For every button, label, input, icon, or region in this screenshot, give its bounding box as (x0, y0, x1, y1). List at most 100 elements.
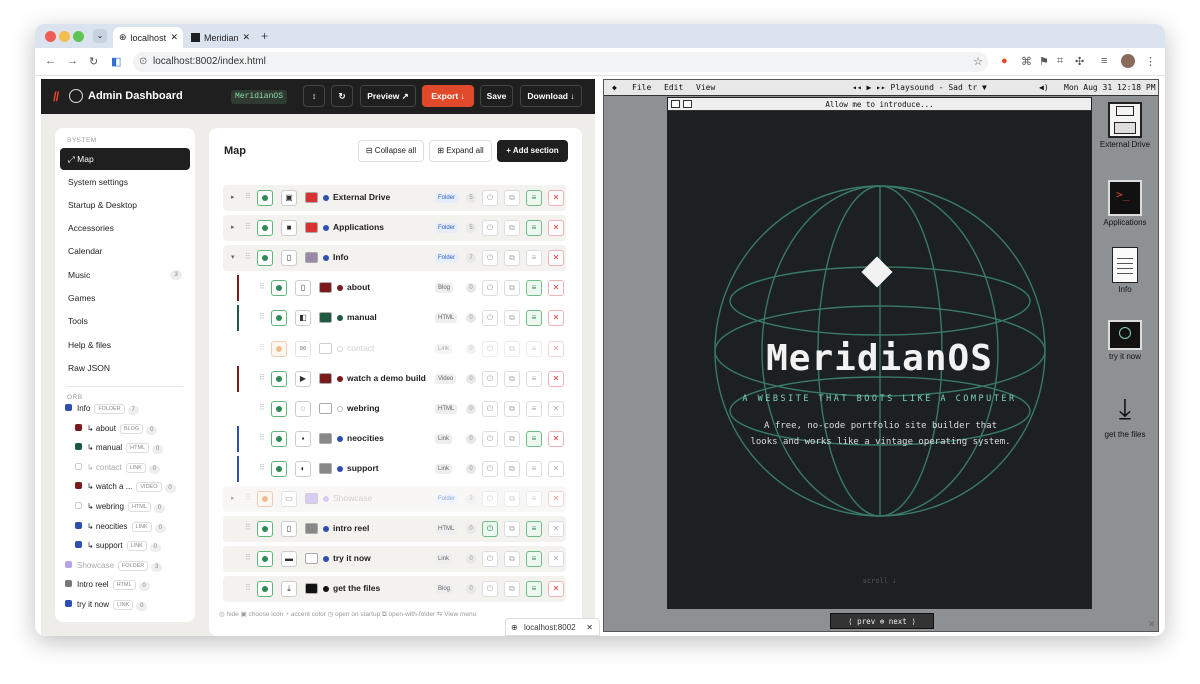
open-on-startup-button[interactable]: ⏻ (482, 400, 498, 417)
visibility-toggle[interactable] (271, 400, 287, 417)
visibility-toggle[interactable] (271, 310, 287, 327)
accent-color-swatch[interactable] (305, 553, 318, 565)
open-on-startup-button[interactable]: ⏻ (482, 340, 498, 357)
menu-file[interactable]: File (632, 83, 651, 92)
tab-localhost[interactable]: ⊕ localhost ✕ (113, 27, 183, 48)
delete-row-button[interactable]: ✕ (548, 340, 564, 357)
drag-handle-icon[interactable]: ⠿ (259, 403, 265, 412)
orb-item[interactable]: ↳ watch a ... VIDEO 0 (75, 478, 176, 496)
scroll-hint[interactable]: scroll ↓ (668, 577, 1091, 585)
visibility-toggle[interactable] (271, 280, 287, 297)
choose-icon-button[interactable]: ▭ (281, 491, 297, 507)
visibility-toggle[interactable] (257, 220, 273, 237)
visibility-toggle[interactable] (271, 430, 287, 447)
accent-color-swatch[interactable] (305, 493, 318, 504)
drag-handle-icon[interactable]: ⠿ (259, 433, 265, 442)
window-titlebar[interactable]: Allow me to introduce... (668, 98, 1091, 111)
apple-menu-icon[interactable]: ◆ (612, 83, 617, 92)
orb-item[interactable]: ↳ contact LINK 0 (75, 459, 160, 477)
desktop-icon-try-it-now[interactable]: try it now (1097, 320, 1153, 361)
map-row[interactable]: ⠿ ✉ contact Link 0 ⏻ ⧉ ≡ ✕ (237, 335, 566, 362)
drag-handle-icon[interactable]: ⠿ (245, 192, 251, 201)
open-on-startup-button[interactable]: ⏻ (482, 310, 498, 327)
close-icon[interactable]: ✕ (586, 619, 593, 636)
choose-icon-button[interactable]: ◐ (295, 460, 311, 477)
preview-button[interactable]: Preview ↗ (360, 85, 416, 107)
open-with-folder-button[interactable]: ⧉ (504, 370, 520, 387)
delete-row-button[interactable]: ✕ (548, 430, 564, 447)
open-with-folder-button[interactable]: ⧉ (504, 340, 520, 357)
open-on-startup-button[interactable]: ⏻ (482, 250, 498, 267)
map-row[interactable]: ⠿ ▪ neocities Link 0 ⏻ ⧉ ≡ ✕ (237, 425, 566, 452)
orb-item[interactable]: Info FOLDER 7 (65, 400, 139, 418)
new-tab-icon[interactable]: + (261, 29, 268, 43)
map-row[interactable]: ⠿ ◌ webring HTML 0 ⏻ ⧉ ≡ ✕ (237, 395, 566, 422)
view-menu-button[interactable]: ≡ (526, 430, 542, 447)
drag-handle-icon[interactable]: ⠿ (259, 312, 265, 321)
extension-icon[interactable]: ⚑ (1039, 55, 1049, 68)
view-menu-button[interactable]: ≡ (526, 551, 542, 568)
accent-color-swatch[interactable] (305, 252, 318, 264)
delete-row-button[interactable]: ✕ (548, 190, 564, 206)
open-with-folder-button[interactable]: ⧉ (504, 400, 520, 417)
open-with-folder-button[interactable]: ⧉ (504, 310, 520, 327)
map-row[interactable]: ▸ ⠿ ▣ External Drive Folder 5 ⏻ ⧉ ≡ ✕ (223, 185, 566, 211)
drag-handle-icon[interactable]: ⠿ (259, 463, 265, 472)
view-menu-button[interactable]: ≡ (526, 460, 542, 477)
close-tab-icon[interactable]: ✕ (170, 32, 178, 43)
choose-icon-button[interactable]: ◧ (295, 310, 311, 327)
extensions-puzzle-icon[interactable]: ✣ (1075, 55, 1084, 68)
choose-icon-button[interactable]: ▪ (295, 430, 311, 447)
orb-item[interactable]: Intro reel HTML 0 (65, 576, 150, 594)
tab-search-icon[interactable]: ⌄ (93, 29, 107, 43)
open-with-folder-button[interactable]: ⧉ (504, 190, 520, 206)
delete-row-button[interactable]: ✕ (548, 551, 564, 568)
map-row[interactable]: ⠿ ◧ manual HTML 0 ⏻ ⧉ ≡ ✕ (237, 305, 566, 332)
view-menu-button[interactable]: ≡ (526, 370, 542, 387)
orb-item[interactable]: ↳ neocities LINK 0 (75, 518, 166, 536)
open-on-startup-button[interactable]: ⏻ (482, 551, 498, 568)
open-on-startup-button[interactable]: ⏻ (482, 581, 498, 598)
tab-meridian[interactable]: Meridian ✕ (185, 27, 255, 48)
delete-row-button[interactable]: ✕ (548, 400, 564, 417)
drag-handle-icon[interactable]: ⠿ (259, 343, 265, 352)
desktop-icon-get-the-files[interactable]: ⤓ get the files (1097, 392, 1153, 439)
visibility-toggle[interactable] (257, 521, 273, 538)
menu-edit[interactable]: Edit (664, 83, 683, 92)
open-on-startup-button[interactable]: ⏻ (482, 430, 498, 447)
open-with-folder-button[interactable]: ⧉ (504, 430, 520, 447)
sidebar-item-system-settings[interactable]: System settings (60, 171, 190, 193)
collapse-all-button[interactable]: ⊟ Collapse all (358, 140, 424, 162)
view-menu-button[interactable]: ≡ (526, 280, 542, 297)
volume-icon[interactable]: ◀) (1039, 83, 1049, 92)
add-section-button[interactable]: + Add section (497, 140, 568, 162)
reload-icon[interactable]: ↻ (89, 55, 98, 68)
delete-row-button[interactable]: ✕ (548, 220, 564, 237)
choose-icon-button[interactable]: ◌ (295, 400, 311, 417)
accent-color-swatch[interactable] (319, 402, 332, 414)
refresh-button[interactable]: ↻ (331, 85, 353, 107)
visibility-toggle[interactable] (257, 190, 273, 206)
open-with-folder-button[interactable]: ⧉ (504, 250, 520, 267)
delete-row-button[interactable]: ✕ (548, 521, 564, 538)
sidebar-item-raw-json[interactable]: Raw JSON (60, 357, 190, 379)
view-menu-button[interactable]: ≡ (526, 250, 542, 267)
desktop-icon-applications[interactable]: >_ Applications (1097, 180, 1153, 227)
view-menu-button[interactable]: ≡ (526, 190, 542, 206)
export-button[interactable]: Export ↓ (422, 85, 474, 107)
orb-item[interactable]: ↳ support LINK 0 (75, 537, 161, 555)
delete-row-button[interactable]: ✕ (548, 460, 564, 477)
map-row[interactable]: ⠿ ◐ support Link 0 ⏻ ⧉ ≡ ✕ (237, 455, 566, 482)
delete-row-button[interactable]: ✕ (548, 370, 564, 387)
open-with-folder-button[interactable]: ⧉ (504, 521, 520, 538)
choose-icon-button[interactable]: ⤓ (281, 581, 297, 598)
sidebar-item-tools[interactable]: Tools (60, 310, 190, 332)
close-tab-icon[interactable]: ✕ (242, 32, 250, 43)
visibility-toggle[interactable] (257, 491, 273, 507)
address-bar[interactable]: ⊙ localhost:8002/index.html (133, 52, 988, 72)
drag-handle-icon[interactable]: ⠿ (245, 493, 251, 502)
drag-handle-icon[interactable]: ⠿ (259, 373, 265, 382)
music-player[interactable]: ◂◂ ▶ ▸▸ Playsound - Sad tr ▼ (852, 83, 987, 92)
forward-icon[interactable]: → (67, 55, 78, 67)
menu-view[interactable]: View (696, 83, 715, 92)
